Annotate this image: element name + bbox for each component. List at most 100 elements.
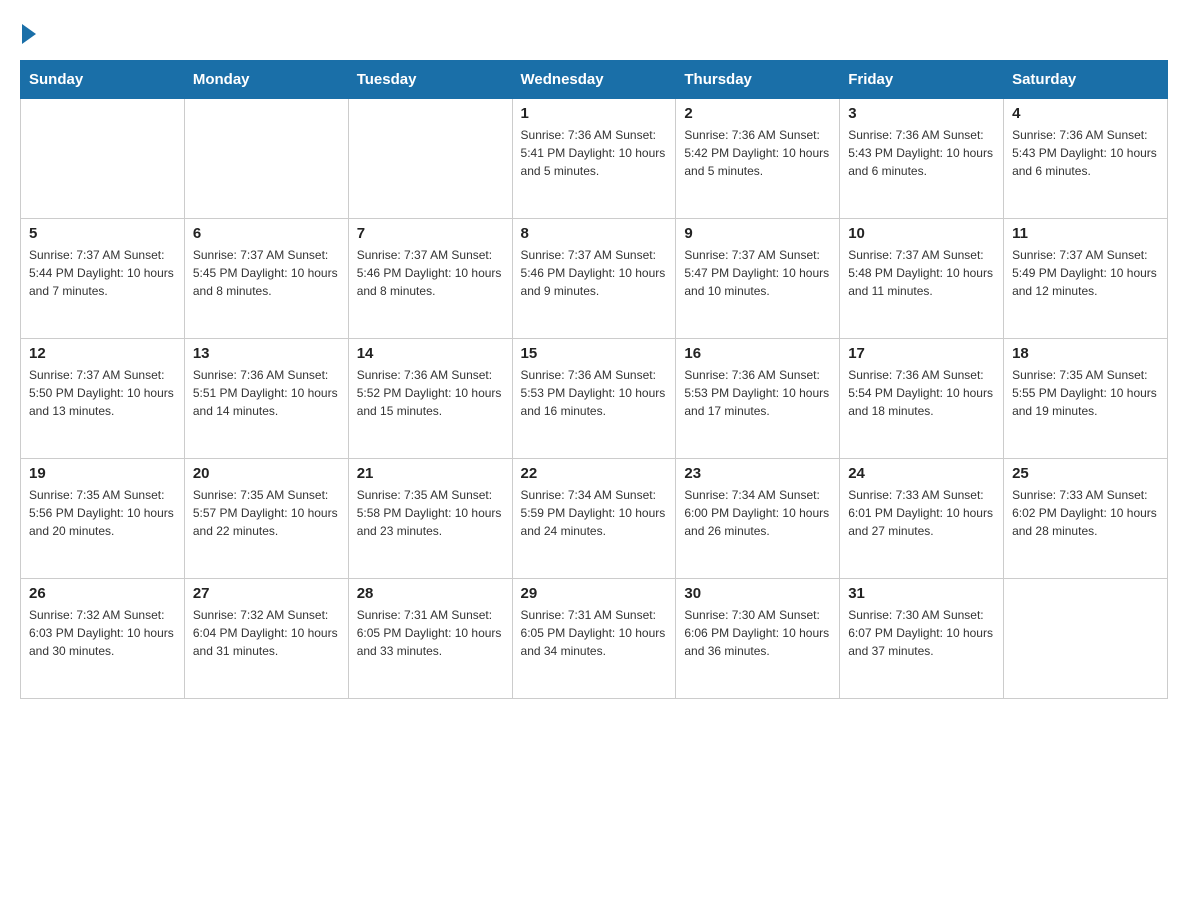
calendar-cell: 25 Sunrise: 7:33 AM Sunset: 6:02 PM Dayli… <box>1004 459 1168 579</box>
day-info: Sunrise: 7:37 AM Sunset: 5:45 PM Dayligh… <box>193 246 340 300</box>
day-header-wednesday: Wednesday <box>512 61 676 99</box>
day-info: Sunrise: 7:37 AM Sunset: 5:46 PM Dayligh… <box>357 246 504 300</box>
calendar-cell <box>348 99 512 219</box>
day-info: Sunrise: 7:33 AM Sunset: 6:01 PM Dayligh… <box>848 486 995 540</box>
day-number: 23 <box>684 465 831 482</box>
calendar-cell: 30Sunrise: 7:30 AM Sunset: 6:06 PM Dayli… <box>676 579 840 699</box>
day-number: 25 <box>1012 465 1159 482</box>
calendar-cell: 22 Sunrise: 7:34 AM Sunset: 5:59 PM Dayli… <box>512 459 676 579</box>
calendar-cell: 21 Sunrise: 7:35 AM Sunset: 5:58 PM Dayli… <box>348 459 512 579</box>
day-header-sunday: Sunday <box>21 61 185 99</box>
logo-arrow-icon <box>22 24 36 44</box>
day-info: Sunrise: 7:37 AM Sunset: 5:46 PM Dayligh… <box>521 246 668 300</box>
day-header-saturday: Saturday <box>1004 61 1168 99</box>
day-number: 28 <box>357 585 504 602</box>
day-info: Sunrise: 7:31 AM Sunset: 6:05 PM Dayligh… <box>521 606 668 660</box>
day-header-tuesday: Tuesday <box>348 61 512 99</box>
day-number: 29 <box>521 585 668 602</box>
calendar-cell: 28 Sunrise: 7:31 AM Sunset: 6:05 PM Dayli… <box>348 579 512 699</box>
calendar-cell: 10Sunrise: 7:37 AM Sunset: 5:48 PM Dayli… <box>840 219 1004 339</box>
calendar-cell: 3Sunrise: 7:36 AM Sunset: 5:43 PM Daylig… <box>840 99 1004 219</box>
calendar-cell: 17 Sunrise: 7:36 AM Sunset: 5:54 PM Dayli… <box>840 339 1004 459</box>
day-info: Sunrise: 7:33 AM Sunset: 6:02 PM Dayligh… <box>1012 486 1159 540</box>
calendar-cell: 13 Sunrise: 7:36 AM Sunset: 5:51 PM Dayli… <box>184 339 348 459</box>
calendar-cell: 23 Sunrise: 7:34 AM Sunset: 6:00 PM Dayli… <box>676 459 840 579</box>
calendar-cell: 14Sunrise: 7:36 AM Sunset: 5:52 PM Dayli… <box>348 339 512 459</box>
day-number: 9 <box>684 225 831 242</box>
page-header <box>20 20 1168 44</box>
calendar-cell: 27 Sunrise: 7:32 AM Sunset: 6:04 PM Dayli… <box>184 579 348 699</box>
day-number: 24 <box>848 465 995 482</box>
day-info: Sunrise: 7:32 AM Sunset: 6:03 PM Dayligh… <box>29 606 176 660</box>
day-header-monday: Monday <box>184 61 348 99</box>
day-info: Sunrise: 7:35 AM Sunset: 5:58 PM Dayligh… <box>357 486 504 540</box>
day-number: 17 <box>848 345 995 362</box>
calendar-cell: 8 Sunrise: 7:37 AM Sunset: 5:46 PM Daylig… <box>512 219 676 339</box>
calendar-cell: 9 Sunrise: 7:37 AM Sunset: 5:47 PM Daylig… <box>676 219 840 339</box>
day-info: Sunrise: 7:36 AM Sunset: 5:42 PM Dayligh… <box>684 126 831 180</box>
day-number: 26 <box>29 585 176 602</box>
day-info: Sunrise: 7:36 AM Sunset: 5:54 PM Dayligh… <box>848 366 995 420</box>
week-row-4: 19 Sunrise: 7:35 AM Sunset: 5:56 PM Dayli… <box>21 459 1168 579</box>
day-info: Sunrise: 7:36 AM Sunset: 5:43 PM Dayligh… <box>1012 126 1159 180</box>
day-number: 22 <box>521 465 668 482</box>
day-number: 11 <box>1012 225 1159 242</box>
week-row-5: 26 Sunrise: 7:32 AM Sunset: 6:03 PM Dayli… <box>21 579 1168 699</box>
calendar-cell <box>1004 579 1168 699</box>
day-info: Sunrise: 7:37 AM Sunset: 5:50 PM Dayligh… <box>29 366 176 420</box>
calendar-cell: 29 Sunrise: 7:31 AM Sunset: 6:05 PM Dayli… <box>512 579 676 699</box>
day-header-friday: Friday <box>840 61 1004 99</box>
calendar-cell: 16Sunrise: 7:36 AM Sunset: 5:53 PM Dayli… <box>676 339 840 459</box>
day-number: 4 <box>1012 105 1159 122</box>
day-info: Sunrise: 7:31 AM Sunset: 6:05 PM Dayligh… <box>357 606 504 660</box>
day-info: Sunrise: 7:37 AM Sunset: 5:48 PM Dayligh… <box>848 246 995 300</box>
day-number: 18 <box>1012 345 1159 362</box>
calendar-cell: 6Sunrise: 7:37 AM Sunset: 5:45 PM Daylig… <box>184 219 348 339</box>
day-info: Sunrise: 7:35 AM Sunset: 5:56 PM Dayligh… <box>29 486 176 540</box>
day-number: 31 <box>848 585 995 602</box>
day-number: 5 <box>29 225 176 242</box>
calendar-cell: 15 Sunrise: 7:36 AM Sunset: 5:53 PM Dayli… <box>512 339 676 459</box>
day-number: 16 <box>684 345 831 362</box>
day-info: Sunrise: 7:36 AM Sunset: 5:53 PM Dayligh… <box>521 366 668 420</box>
logo <box>20 20 40 44</box>
day-info: Sunrise: 7:37 AM Sunset: 5:44 PM Dayligh… <box>29 246 176 300</box>
day-info: Sunrise: 7:34 AM Sunset: 5:59 PM Dayligh… <box>521 486 668 540</box>
calendar-cell: 11Sunrise: 7:37 AM Sunset: 5:49 PM Dayli… <box>1004 219 1168 339</box>
day-info: Sunrise: 7:36 AM Sunset: 5:43 PM Dayligh… <box>848 126 995 180</box>
day-number: 12 <box>29 345 176 362</box>
week-row-3: 12 Sunrise: 7:37 AM Sunset: 5:50 PM Dayli… <box>21 339 1168 459</box>
day-header-thursday: Thursday <box>676 61 840 99</box>
day-info: Sunrise: 7:36 AM Sunset: 5:41 PM Dayligh… <box>521 126 668 180</box>
day-number: 7 <box>357 225 504 242</box>
day-info: Sunrise: 7:30 AM Sunset: 6:07 PM Dayligh… <box>848 606 995 660</box>
calendar-cell: 1 Sunrise: 7:36 AM Sunset: 5:41 PM Daylig… <box>512 99 676 219</box>
calendar-table: SundayMondayTuesdayWednesdayThursdayFrid… <box>20 60 1168 699</box>
day-info: Sunrise: 7:35 AM Sunset: 5:57 PM Dayligh… <box>193 486 340 540</box>
days-header-row: SundayMondayTuesdayWednesdayThursdayFrid… <box>21 61 1168 99</box>
calendar-cell: 26 Sunrise: 7:32 AM Sunset: 6:03 PM Dayli… <box>21 579 185 699</box>
day-info: Sunrise: 7:37 AM Sunset: 5:47 PM Dayligh… <box>684 246 831 300</box>
day-number: 15 <box>521 345 668 362</box>
day-number: 19 <box>29 465 176 482</box>
calendar-cell: 19 Sunrise: 7:35 AM Sunset: 5:56 PM Dayli… <box>21 459 185 579</box>
calendar-cell <box>184 99 348 219</box>
day-number: 2 <box>684 105 831 122</box>
day-info: Sunrise: 7:34 AM Sunset: 6:00 PM Dayligh… <box>684 486 831 540</box>
calendar-cell: 18Sunrise: 7:35 AM Sunset: 5:55 PM Dayli… <box>1004 339 1168 459</box>
calendar-cell: 31 Sunrise: 7:30 AM Sunset: 6:07 PM Dayli… <box>840 579 1004 699</box>
day-info: Sunrise: 7:32 AM Sunset: 6:04 PM Dayligh… <box>193 606 340 660</box>
calendar-cell: 7 Sunrise: 7:37 AM Sunset: 5:46 PM Daylig… <box>348 219 512 339</box>
day-number: 21 <box>357 465 504 482</box>
day-number: 27 <box>193 585 340 602</box>
day-info: Sunrise: 7:36 AM Sunset: 5:51 PM Dayligh… <box>193 366 340 420</box>
calendar-cell: 2 Sunrise: 7:36 AM Sunset: 5:42 PM Daylig… <box>676 99 840 219</box>
day-number: 1 <box>521 105 668 122</box>
day-number: 8 <box>521 225 668 242</box>
day-info: Sunrise: 7:30 AM Sunset: 6:06 PM Dayligh… <box>684 606 831 660</box>
day-number: 13 <box>193 345 340 362</box>
calendar-cell: 12 Sunrise: 7:37 AM Sunset: 5:50 PM Dayli… <box>21 339 185 459</box>
calendar-cell <box>21 99 185 219</box>
day-info: Sunrise: 7:36 AM Sunset: 5:52 PM Dayligh… <box>357 366 504 420</box>
week-row-1: 1 Sunrise: 7:36 AM Sunset: 5:41 PM Daylig… <box>21 99 1168 219</box>
